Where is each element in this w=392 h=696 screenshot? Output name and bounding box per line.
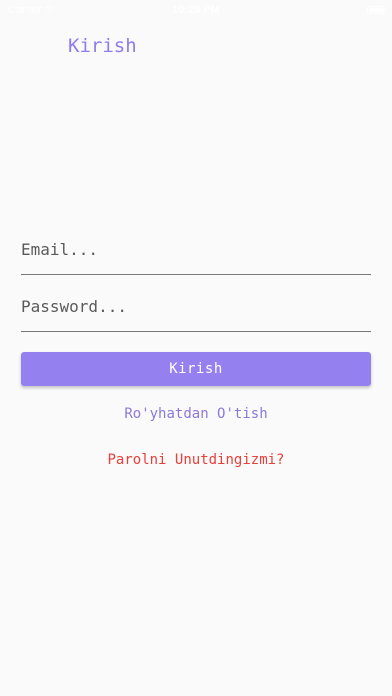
password-input[interactable] [21, 289, 371, 331]
register-link[interactable]: Ro'yhatdan O'tish [0, 406, 392, 422]
page-title: Kirish [68, 35, 137, 57]
login-button[interactable]: Kirish [21, 352, 371, 386]
status-time: 10:29 PM [172, 4, 220, 16]
login-screen: Carrier 10:29 PM Kirish Kirish Ro'yhatda… [0, 0, 392, 696]
battery-icon [367, 6, 385, 14]
password-field-container [21, 289, 371, 332]
email-field-container [21, 232, 371, 275]
email-input[interactable] [21, 232, 371, 274]
status-bar: Carrier 10:29 PM [0, 0, 392, 22]
forgot-password-link[interactable]: Parolni Unutdingizmi? [0, 452, 392, 468]
